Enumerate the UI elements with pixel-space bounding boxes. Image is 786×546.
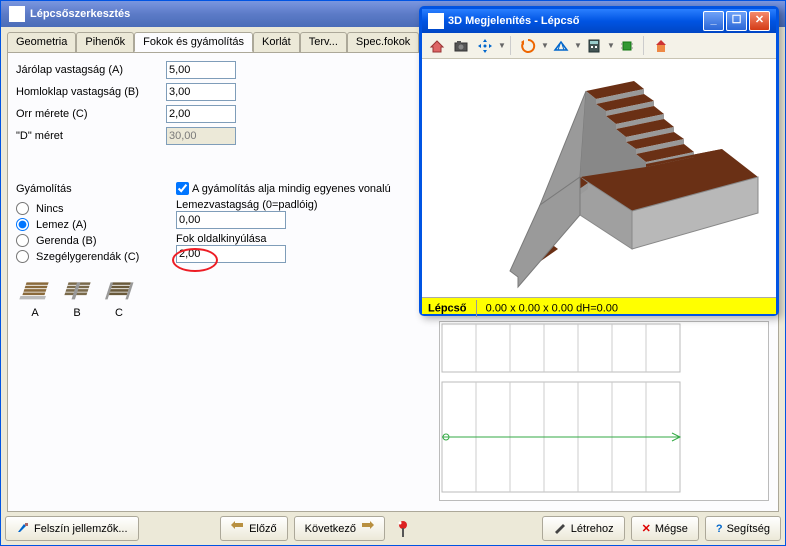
d-label: "D" méret — [16, 130, 166, 142]
fok-oldal-input[interactable] — [176, 245, 286, 263]
prev-icon — [231, 521, 245, 536]
pattern-b-label: B — [58, 307, 96, 319]
gyamolitas-group-label: Gyámolítás — [16, 183, 176, 195]
minimize-button[interactable]: _ — [703, 11, 724, 31]
viewer-status-label: Lépcső — [428, 302, 467, 314]
gerenda-radio[interactable] — [16, 234, 29, 247]
build-icon[interactable] — [650, 35, 671, 56]
tab-terv[interactable]: Terv... — [300, 32, 347, 52]
viewer-3d-window: 3D Megjelenítés - Lépcső _ ☐ ✕ ▼ ▼ ▼ ▼ — [419, 6, 779, 316]
szegely-radio[interactable] — [16, 250, 29, 263]
felszin-button[interactable]: Felszín jellemzők... — [5, 516, 139, 541]
nincs-label: Nincs — [36, 203, 64, 215]
viewer-toolbar: ▼ ▼ ▼ ▼ — [422, 33, 776, 59]
pattern-c-icon[interactable] — [102, 276, 136, 304]
viewer-statusbar: Lépcső 0.00 x 0.00 x 0.00 dH=0.00 — [422, 297, 776, 314]
d-input — [166, 127, 236, 145]
view-dropdown-icon[interactable]: ▼ — [574, 41, 580, 50]
szegely-label: Szegélygerendák (C) — [36, 251, 139, 263]
next-icon — [360, 521, 374, 536]
rotate-icon[interactable] — [517, 35, 538, 56]
pin-icon[interactable] — [391, 519, 415, 539]
close-button[interactable]: ✕ — [749, 11, 770, 31]
maximize-button[interactable]: ☐ — [726, 11, 747, 31]
cancel-icon: ✕ — [642, 522, 651, 535]
tab-fokok[interactable]: Fokok és gyámolítás — [134, 32, 253, 52]
homloklap-input[interactable] — [166, 83, 236, 101]
pencil-icon — [553, 520, 567, 537]
felszin-label: Felszín jellemzők... — [34, 523, 128, 535]
egyenes-vonal-checkbox[interactable] — [176, 182, 189, 195]
letrehoz-label: Létrehoz — [571, 523, 614, 535]
segitseg-label: Segítség — [727, 523, 770, 535]
main-title: Lépcsőszerkesztés — [30, 8, 130, 20]
pattern-c-label: C — [100, 307, 138, 319]
tab-korlat[interactable]: Korlát — [253, 32, 300, 52]
homloklap-label: Homloklap vastagság (B) — [16, 86, 166, 98]
rotate-dropdown-icon[interactable]: ▼ — [541, 41, 547, 50]
elozo-button[interactable]: Előző — [220, 516, 288, 541]
tab-geometria[interactable]: Geometria — [7, 32, 76, 52]
tab-specfokok[interactable]: Spec.fokok — [347, 32, 419, 52]
orr-input[interactable] — [166, 105, 236, 123]
segitseg-button[interactable]: ? Segítség — [705, 516, 781, 541]
kovetkezo-button[interactable]: Következő — [294, 516, 385, 541]
lemezvastagsag-input[interactable] — [176, 211, 286, 229]
view-perspective-icon[interactable] — [550, 35, 571, 56]
move-dropdown-icon[interactable]: ▼ — [498, 41, 504, 50]
calc-dropdown-icon[interactable]: ▼ — [607, 41, 613, 50]
brush-icon — [16, 520, 30, 537]
help-icon: ? — [716, 523, 723, 535]
gerenda-label: Gerenda (B) — [36, 235, 97, 247]
app-icon — [9, 6, 25, 22]
viewer-app-icon — [428, 13, 444, 29]
orr-label: Orr mérete (C) — [16, 108, 166, 120]
viewer-titlebar[interactable]: 3D Megjelenítés - Lépcső _ ☐ ✕ — [422, 9, 776, 33]
dimension-fields: Járólap vastagság (A) Homloklap vastagsá… — [16, 61, 266, 162]
nincs-radio[interactable] — [16, 202, 29, 215]
megse-button[interactable]: ✕ Mégse — [631, 516, 699, 541]
chip-icon[interactable] — [616, 35, 637, 56]
viewer-canvas[interactable] — [422, 59, 776, 297]
jarolap-input[interactable] — [166, 61, 236, 79]
lemez-label: Lemez (A) — [36, 219, 87, 231]
egyenes-vonal-label: A gyámolítás alja mindig egyenes vonalú — [192, 183, 391, 195]
viewer-status-dim: 0.00 x 0.00 x 0.00 dH=0.00 — [486, 302, 618, 314]
pattern-a-label: A — [16, 307, 54, 319]
tab-pihenok[interactable]: Pihenők — [76, 32, 134, 52]
pattern-b-icon[interactable] — [60, 276, 94, 304]
viewer-title: 3D Megjelenítés - Lépcső — [448, 15, 579, 27]
bottom-button-bar: Felszín jellemzők... Előző Következő Lét… — [5, 516, 781, 541]
calculator-icon[interactable] — [583, 35, 604, 56]
jarolap-label: Járólap vastagság (A) — [16, 64, 166, 76]
camera-icon[interactable] — [450, 35, 471, 56]
elozo-label: Előző — [249, 523, 277, 535]
move-icon[interactable] — [474, 35, 495, 56]
home-icon[interactable] — [426, 35, 447, 56]
letrehoz-button[interactable]: Létrehoz — [542, 516, 625, 541]
stair-plan-view — [439, 321, 769, 501]
megse-label: Mégse — [655, 523, 688, 535]
kovetkezo-label: Következő — [305, 523, 356, 535]
lemez-radio[interactable] — [16, 218, 29, 231]
pattern-a-icon[interactable] — [18, 276, 52, 304]
